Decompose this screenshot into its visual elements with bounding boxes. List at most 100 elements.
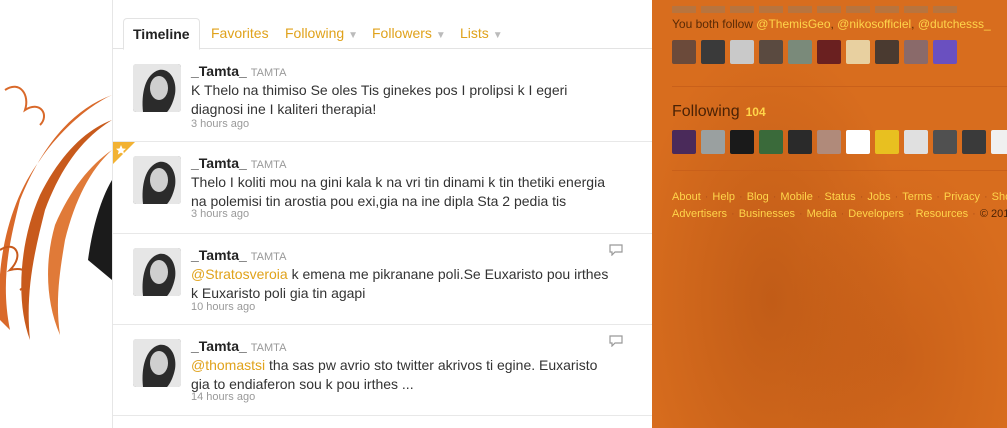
- avatar[interactable]: [701, 40, 725, 64]
- avatar[interactable]: [759, 6, 783, 13]
- tab-label: Followers: [372, 25, 432, 41]
- avatar[interactable]: [962, 130, 986, 154]
- avatar[interactable]: [701, 130, 725, 154]
- avatar[interactable]: [133, 339, 181, 387]
- separator: ·: [859, 191, 864, 203]
- avatar[interactable]: [875, 6, 899, 13]
- avatar[interactable]: [933, 40, 957, 64]
- avatar[interactable]: [133, 248, 181, 296]
- avatar[interactable]: [933, 6, 957, 13]
- tweet-timestamp[interactable]: 3 hours ago: [191, 118, 249, 130]
- avatar[interactable]: [904, 130, 928, 154]
- separator: ·: [816, 191, 821, 203]
- reply-icon[interactable]: [609, 244, 623, 256]
- footer-link-about[interactable]: About: [672, 191, 701, 203]
- tweet-item[interactable]: _Tamta_ TAMTA @Stratosveroia k emena me p…: [113, 234, 653, 325]
- footer-link-mobile[interactable]: Mobile: [780, 191, 812, 203]
- footer-link-terms[interactable]: Terms: [902, 191, 932, 203]
- tweet-timestamp[interactable]: 14 hours ago: [191, 391, 255, 403]
- tweet-screen-name[interactable]: _Tamta_: [191, 63, 247, 79]
- avatar[interactable]: [875, 40, 899, 64]
- avatar[interactable]: [730, 40, 754, 64]
- footer-link-help[interactable]: Help: [712, 191, 735, 203]
- tab-timeline[interactable]: Timeline: [123, 18, 200, 50]
- avatar[interactable]: [788, 130, 812, 154]
- tweet-screen-name[interactable]: _Tamta_: [191, 247, 247, 263]
- footer-links-primary: About · Help · Blog · Mobile · Status · Jobs · Terms…: [672, 191, 1007, 203]
- footer-link-privacy[interactable]: Privacy: [944, 191, 980, 203]
- tweet-screen-name[interactable]: _Tamta_: [191, 338, 247, 354]
- avatar[interactable]: [759, 40, 783, 64]
- tab-favorites[interactable]: Favorites: [211, 18, 269, 49]
- sidebar-divider: [672, 170, 1007, 171]
- mutual-follow-link[interactable]: @nikosofficiel: [837, 17, 911, 31]
- avatar[interactable]: [788, 40, 812, 64]
- footer-link-developers[interactable]: Developers: [848, 208, 904, 220]
- separator: ·: [840, 208, 845, 220]
- avatar[interactable]: [991, 130, 1007, 154]
- reply-icon[interactable]: [609, 335, 623, 347]
- footer-links-secondary: Advertisers · Businesses · Media · Developers ·…: [672, 208, 1007, 220]
- tab-lists[interactable]: Lists ▼: [460, 18, 503, 49]
- avatar[interactable]: [759, 130, 783, 154]
- tweet-item[interactable]: _Tamta_ TAMTA Thelo I koliti mou na gini …: [113, 142, 653, 234]
- following-section-title[interactable]: Following 104: [672, 103, 766, 121]
- footer-link-advertisers[interactable]: Advertisers: [672, 208, 727, 220]
- tab-followers[interactable]: Followers ▼: [372, 18, 446, 49]
- tweet-text: @Stratosveroia k emena me pikranane poli…: [191, 265, 611, 303]
- avatar[interactable]: [933, 130, 957, 154]
- tweet-body: Thelo I koliti mou na gini kala k na vri…: [191, 174, 605, 209]
- copyright-text: © 2011 Twitter: [979, 208, 1007, 220]
- tweet-timestamp[interactable]: 10 hours ago: [191, 301, 255, 313]
- avatar[interactable]: [133, 156, 181, 204]
- tab-label: Favorites: [211, 25, 269, 41]
- avatar[interactable]: [701, 6, 725, 13]
- avatar[interactable]: [788, 6, 812, 13]
- tweet-full-name: TAMTA: [250, 251, 287, 263]
- tweet-screen-name[interactable]: _Tamta_: [191, 155, 247, 171]
- tab-following[interactable]: Following ▼: [285, 18, 358, 49]
- avatar[interactable]: [817, 130, 841, 154]
- footer-link-media[interactable]: Media: [807, 208, 837, 220]
- tweet-mention-link[interactable]: @thomastsi: [191, 357, 265, 373]
- tv-logo-icon[interactable]: [846, 130, 870, 154]
- footer-link-blog[interactable]: Blog: [747, 191, 769, 203]
- tweet-text: @thomastsi tha sas pw avrio sto twitter …: [191, 356, 611, 394]
- footer-link-businesses[interactable]: Businesses: [739, 208, 795, 220]
- chevron-down-icon: ▼: [492, 30, 503, 41]
- avatar[interactable]: [672, 6, 696, 13]
- avatar[interactable]: [846, 6, 870, 13]
- avatar[interactable]: [730, 130, 754, 154]
- tweet-mention-link[interactable]: @Stratosveroia: [191, 266, 288, 282]
- avatar[interactable]: [875, 130, 899, 154]
- tweet-item[interactable]: _Tamta_ TAMTA K Thelo na thimiso Se oles …: [113, 50, 653, 142]
- tweet-text: K Thelo na thimiso Se oles Tis ginekes p…: [191, 81, 611, 119]
- tweet-item[interactable]: _Tamta_ TAMTA @thomastsi tha sas pw avrio…: [113, 325, 653, 416]
- avatar[interactable]: [672, 40, 696, 64]
- avatar[interactable]: [846, 40, 870, 64]
- avatar[interactable]: [904, 6, 928, 13]
- sidebar-divider: [672, 86, 1007, 87]
- separator: ·: [739, 191, 743, 203]
- avatar[interactable]: [817, 6, 841, 13]
- separator: ·: [704, 191, 709, 203]
- avatar[interactable]: [133, 64, 181, 112]
- footer-link-status[interactable]: Status: [825, 191, 856, 203]
- background-hair-image: [0, 0, 112, 428]
- tab-label: Lists: [460, 25, 489, 41]
- avatar[interactable]: [730, 6, 754, 13]
- avatar[interactable]: [672, 130, 696, 154]
- tweet-text: Thelo I koliti mou na gini kala k na vri…: [191, 173, 611, 211]
- tweet-timestamp[interactable]: 3 hours ago: [191, 208, 249, 220]
- follower-thumbnails-top: [672, 0, 962, 13]
- tab-label: Timeline: [133, 26, 190, 42]
- separator: ·: [894, 191, 899, 203]
- avatar[interactable]: [904, 40, 928, 64]
- avatar[interactable]: [817, 40, 841, 64]
- mutual-follow-link[interactable]: @dutchesss_: [918, 17, 991, 31]
- footer-link-shortcuts[interactable]: Shortcuts: [992, 191, 1007, 203]
- separator: ·: [772, 191, 777, 203]
- footer-link-jobs[interactable]: Jobs: [867, 191, 890, 203]
- mutual-follow-link[interactable]: @ThemisGeo: [756, 17, 830, 31]
- footer-link-resources[interactable]: Resources: [916, 208, 969, 220]
